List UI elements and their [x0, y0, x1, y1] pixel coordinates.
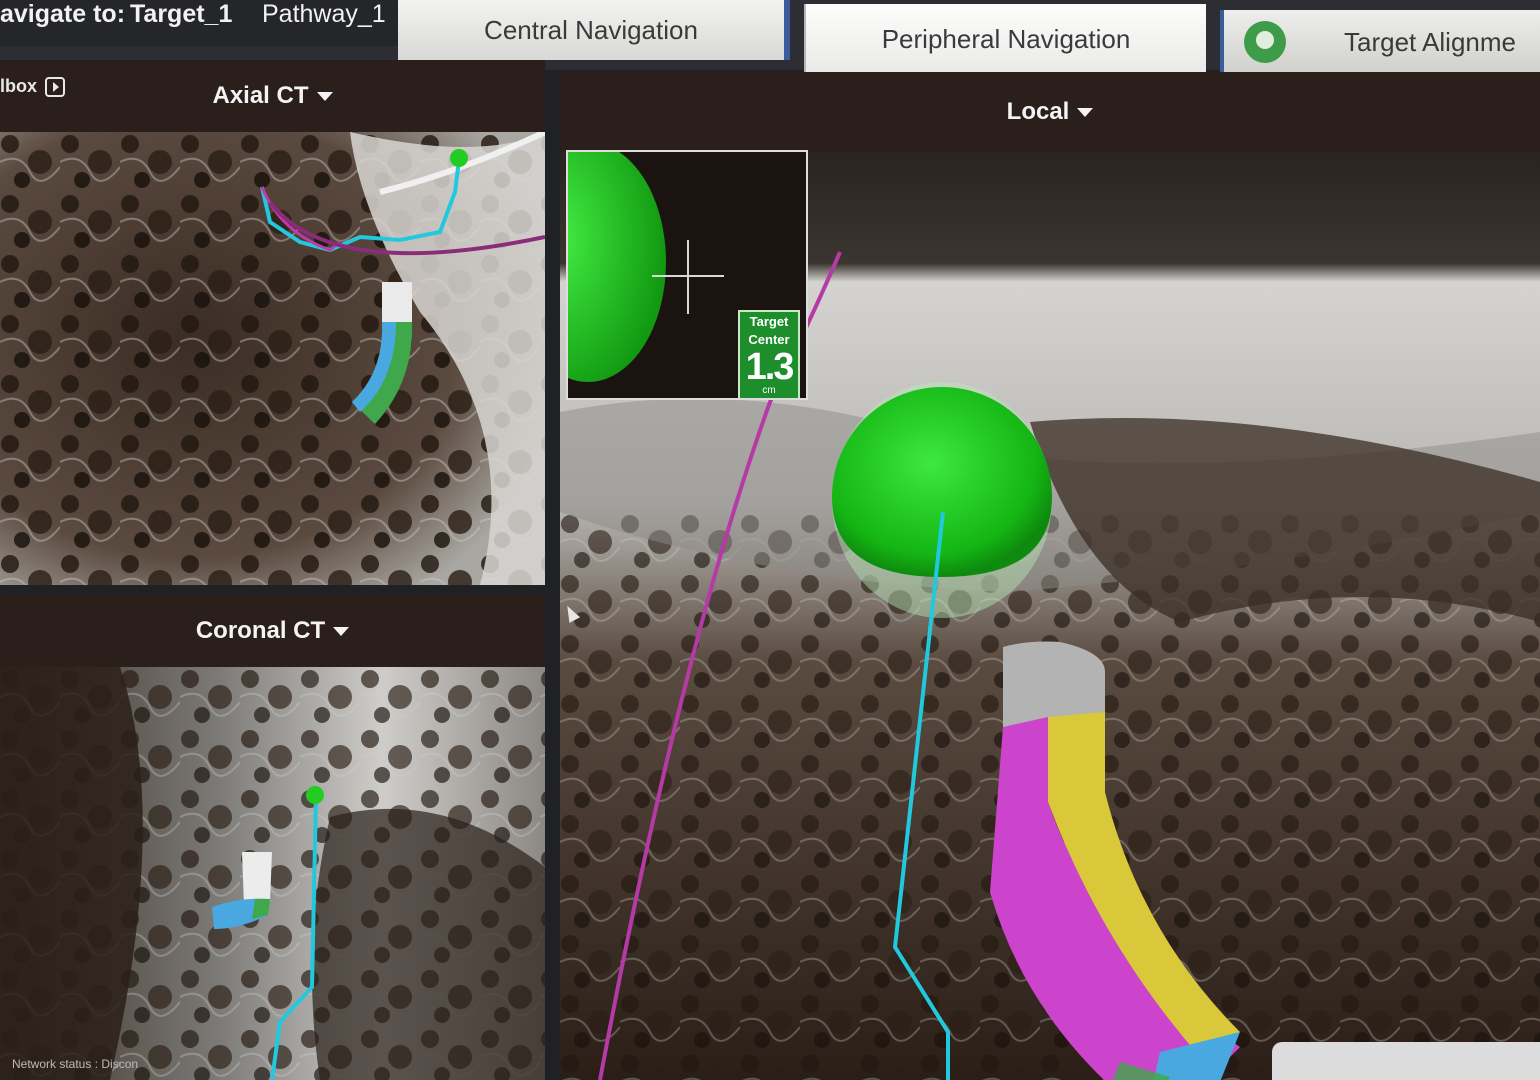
axial-header: lbox Axial CT [0, 60, 545, 132]
coronal-ct-image[interactable] [0, 667, 545, 1080]
badge-label-target: Target [749, 314, 789, 329]
pathway-name: Pathway_1 [262, 0, 386, 28]
tab-peripheral-navigation[interactable]: Peripheral Navigation [804, 4, 1206, 74]
lung-icon [1244, 21, 1286, 63]
tab-label: Central Navigation [484, 14, 698, 45]
local-view-selector[interactable]: Local [1007, 98, 1094, 126]
toolbox-label: lbox [0, 76, 38, 96]
target-center-inset: Target Center 1.3 cm [566, 150, 808, 400]
tab-target-alignment[interactable]: Target Alignme [1220, 10, 1540, 74]
tab-label: Target Alignme [1344, 26, 1516, 57]
coronal-view-selector[interactable]: Coronal CT [195, 617, 350, 645]
tab-label: Peripheral Navigation [881, 23, 1131, 54]
toolbox-button[interactable]: lbox [0, 76, 66, 97]
navigation-screen: avigate to: Target_1 Pathway_1 Central N… [0, 0, 1540, 1080]
expand-icon [45, 76, 66, 97]
axial-view-selector[interactable]: Axial CT [212, 82, 333, 110]
view-label: Local [1006, 98, 1070, 125]
navigate-label: avigate to: [0, 0, 126, 28]
coronal-header: Coronal CT [0, 595, 545, 667]
target-name: Target_1 [130, 0, 233, 28]
dropdown-caret-icon [333, 627, 350, 637]
action-button[interactable] [1272, 1042, 1540, 1080]
view-label: Axial CT [212, 82, 309, 109]
view-label: Coronal CT [195, 617, 326, 644]
network-status: Network status : Discon [12, 1057, 139, 1071]
target-center-distance: 1.3 [745, 346, 795, 388]
axial-ct-image[interactable] [0, 132, 545, 585]
dropdown-caret-icon [1077, 108, 1094, 118]
local-header: Local [560, 72, 1540, 152]
target-center-badge: Target Center 1.3 cm [738, 310, 800, 398]
coronal-ct-panel[interactable]: Coronal CT Network status: Discon [0, 595, 545, 1080]
navigate-to-breadcrumb: avigate to: Target_1 Pathway_1 [0, 0, 398, 46]
tab-central-navigation[interactable]: Central Navigation [398, 0, 790, 60]
dropdown-caret-icon [316, 92, 333, 102]
axial-ct-panel[interactable]: lbox Axial CT [0, 60, 545, 585]
